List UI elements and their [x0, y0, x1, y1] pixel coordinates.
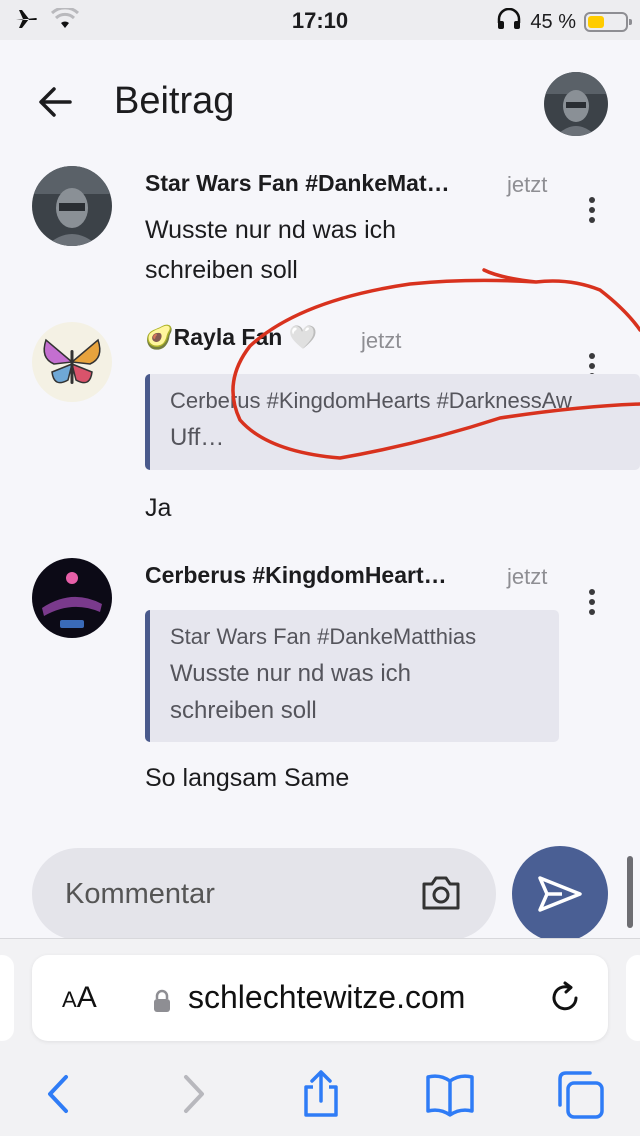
avatar[interactable]	[32, 558, 112, 638]
more-vertical-icon[interactable]	[582, 196, 602, 226]
battery-percent: 45 %	[530, 10, 576, 33]
browser-chrome: AA schlechtewitze.com	[0, 938, 640, 1136]
headphones-icon	[496, 7, 522, 36]
quote-text: Wusste nur nd was ich schreiben soll	[170, 660, 411, 724]
avatar[interactable]	[32, 166, 112, 246]
comment-item: Cerberus #KingdomHeart… jetzt Star Wars …	[0, 558, 640, 808]
user-avatar[interactable]	[544, 72, 608, 136]
previous-tab-peek[interactable]	[0, 955, 14, 1041]
avatar[interactable]	[32, 322, 112, 402]
comment-time: jetzt	[507, 564, 548, 589]
status-right: 45 %	[496, 7, 632, 36]
address-bar[interactable]: AA schlechtewitze.com	[32, 955, 608, 1041]
comment-text: Ja	[145, 494, 172, 522]
comment-author[interactable]: Star Wars Fan #DankeMat…	[145, 170, 450, 197]
quoted-comment[interactable]: Star Wars Fan #DankeMatthias Wusste nur …	[145, 610, 559, 742]
comment-input[interactable]: Kommentar	[32, 848, 496, 940]
status-bar: 17:10 45 %	[0, 0, 640, 40]
next-tab-peek[interactable]	[626, 955, 640, 1041]
comment-text: So langsam Same	[145, 764, 350, 792]
comment-author[interactable]: 🥑Rayla Fan 🤍	[145, 324, 317, 351]
battery-icon	[584, 12, 632, 32]
quoted-comment[interactable]: Cerberus #KingdomHearts #DarknessAw Uff…	[145, 374, 640, 470]
quote-author: Star Wars Fan #DankeMatthias	[170, 624, 477, 649]
white-heart-emoji: 🤍	[288, 324, 318, 350]
comment-placeholder: Kommentar	[65, 878, 215, 910]
tabs-icon[interactable]	[554, 1069, 604, 1119]
forward-icon[interactable]	[168, 1069, 218, 1119]
send-icon	[538, 876, 582, 912]
comment-composer: Kommentar	[0, 842, 640, 942]
comment-time: jetzt	[361, 328, 402, 353]
battery-fill	[588, 16, 605, 28]
browser-toolbar	[0, 1059, 640, 1136]
quote-author: Cerberus #KingdomHearts #DarknessAw	[170, 388, 572, 413]
lock-icon	[152, 989, 172, 1018]
share-icon[interactable]	[296, 1069, 346, 1119]
bookmarks-icon[interactable]	[424, 1069, 474, 1119]
quote-text: Uff…	[170, 424, 225, 451]
url-text[interactable]: schlechtewitze.com	[188, 979, 465, 1016]
camera-icon[interactable]	[420, 874, 462, 917]
app-header: Beitrag	[0, 40, 640, 160]
comment-author[interactable]: Cerberus #KingdomHeart…	[145, 562, 447, 589]
more-vertical-icon[interactable]	[582, 588, 602, 618]
reader-options-button[interactable]: AA	[62, 981, 97, 1015]
reload-icon[interactable]	[548, 981, 582, 1020]
avocado-emoji: 🥑	[145, 324, 174, 350]
comment-text: Wusste nur nd was ich schreiben soll	[145, 216, 397, 284]
scrollbar[interactable]	[627, 856, 633, 928]
arrow-left-icon[interactable]	[34, 80, 78, 124]
send-button[interactable]	[512, 846, 608, 942]
comment-item: Star Wars Fan #DankeMat… jetzt Wusste nu…	[0, 166, 640, 296]
back-icon[interactable]	[34, 1069, 84, 1119]
comment-time: jetzt	[507, 172, 548, 197]
comment-item: 🥑Rayla Fan 🤍 jetzt Cerberus #KingdomHear…	[0, 322, 640, 532]
page-title: Beitrag	[114, 80, 235, 122]
